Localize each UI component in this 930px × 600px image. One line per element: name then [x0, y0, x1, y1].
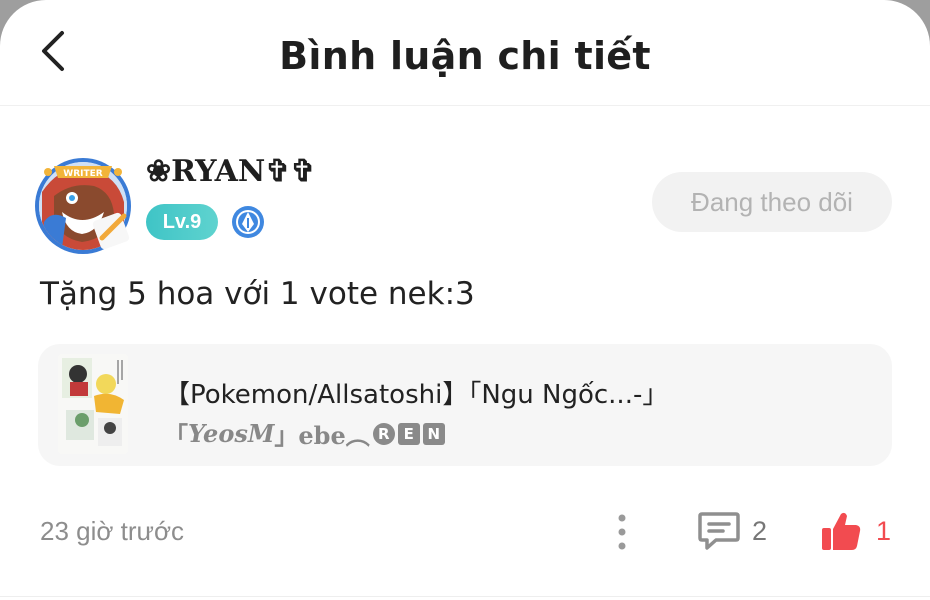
- thumbs-up-icon: [822, 512, 861, 550]
- story-card[interactable]: 【Pokemon/Allsatoshi】「Ngu Ngốc...-」 「 Yeo…: [38, 344, 892, 466]
- vertical-dots-icon: [618, 514, 626, 550]
- level-badge: Lv.9: [146, 204, 218, 240]
- like-button[interactable]: [818, 508, 864, 554]
- comment-text: Tặng 5 hoa với 1 vote nek:3: [40, 276, 475, 312]
- avatar[interactable]: WRITER: [32, 152, 134, 254]
- author-mark-e: E: [397, 422, 420, 445]
- avatar-badge-text: WRITER: [63, 169, 102, 179]
- story-cover-image: [58, 354, 128, 454]
- divider: [0, 596, 930, 597]
- timestamp: 23 giờ trước: [40, 516, 184, 546]
- author-mark-r: R: [372, 422, 395, 445]
- story-author: 「 YeosM 」ebe︵ R E N: [164, 416, 445, 451]
- pen-badge-icon: [230, 204, 266, 240]
- username[interactable]: ❀RYAN✞✞: [146, 154, 316, 189]
- author-mark-n: N: [422, 422, 445, 445]
- comment-bubble-icon: [698, 512, 740, 550]
- avatar-image: WRITER: [35, 158, 131, 254]
- following-button[interactable]: Đang theo dõi: [652, 172, 892, 232]
- author-prefix: 「: [164, 421, 188, 450]
- author-suffix: 」ebe︵: [274, 421, 370, 450]
- reply-button[interactable]: [696, 508, 742, 554]
- comment-detail-sheet: Bình luận chi tiết WRITER ❀RYAN✞✞ Lv.9 Đ…: [0, 0, 930, 600]
- header: Bình luận chi tiết: [0, 0, 930, 106]
- story-title: 【Pokemon/Allsatoshi】「Ngu Ngốc...-」: [164, 380, 669, 410]
- author-name: YeosM: [188, 419, 275, 448]
- page-title: Bình luận chi tiết: [279, 34, 651, 78]
- like-count: 1: [876, 516, 892, 546]
- more-options-button[interactable]: [606, 510, 638, 554]
- reply-count: 2: [752, 516, 768, 546]
